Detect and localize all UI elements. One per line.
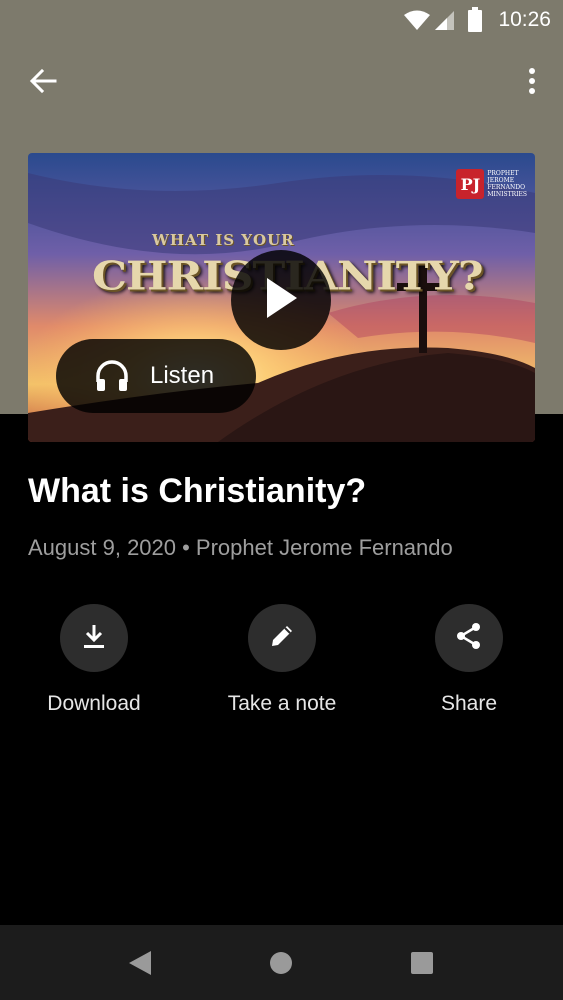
listen-label: Listen bbox=[150, 362, 215, 389]
arrow-left-icon bbox=[29, 67, 57, 100]
download-label: Download bbox=[47, 692, 141, 715]
share-icon bbox=[454, 621, 484, 656]
nav-recents-icon bbox=[410, 951, 434, 980]
sermon-artwork: WHAT IS YOUR CHRISTIANITY? PJ PROPHET JE… bbox=[28, 153, 535, 442]
sermon-title: What is Christianity? bbox=[28, 472, 367, 510]
nav-home-icon bbox=[269, 951, 293, 980]
share-button[interactable]: Share bbox=[379, 604, 559, 716]
nav-back-icon bbox=[127, 949, 153, 982]
app-bar bbox=[0, 48, 563, 112]
more-options-button[interactable] bbox=[517, 60, 547, 106]
logo-text: PROPHET JEROME FERNANDO MINISTRIES bbox=[487, 170, 527, 198]
cell-signal-icon bbox=[433, 9, 455, 36]
wifi-icon bbox=[403, 9, 431, 36]
sermon-meta: August 9, 2020 • Prophet Jerome Fernando bbox=[28, 535, 453, 560]
listen-button[interactable]: Listen bbox=[56, 339, 256, 413]
artwork-subtitle: WHAT IS YOUR bbox=[152, 231, 295, 249]
download-button[interactable]: Download bbox=[4, 604, 184, 716]
logo-mark: PJ bbox=[456, 169, 485, 199]
pencil-icon bbox=[268, 622, 296, 655]
status-time: 10:26 bbox=[498, 8, 551, 31]
download-icon bbox=[80, 622, 108, 655]
headphones-icon bbox=[94, 358, 130, 394]
ministry-logo: PJ PROPHET JEROME FERNANDO MINISTRIES bbox=[456, 169, 527, 199]
take-note-label: Take a note bbox=[227, 692, 337, 715]
status-bar: 10:26 bbox=[0, 0, 563, 40]
play-video-button[interactable] bbox=[231, 250, 331, 350]
nav-recents-button[interactable] bbox=[402, 945, 442, 985]
take-note-button[interactable]: Take a note bbox=[192, 604, 372, 716]
share-label: Share bbox=[440, 692, 498, 715]
nav-back-button[interactable] bbox=[120, 945, 160, 985]
download-circle bbox=[60, 604, 128, 672]
nav-home-button[interactable] bbox=[261, 945, 301, 985]
play-icon bbox=[261, 276, 301, 325]
share-circle bbox=[435, 604, 503, 672]
back-button[interactable] bbox=[20, 60, 66, 106]
take-note-circle bbox=[248, 604, 316, 672]
battery-icon bbox=[467, 7, 483, 38]
more-vert-icon bbox=[528, 67, 536, 100]
system-nav-bar bbox=[0, 925, 563, 1000]
